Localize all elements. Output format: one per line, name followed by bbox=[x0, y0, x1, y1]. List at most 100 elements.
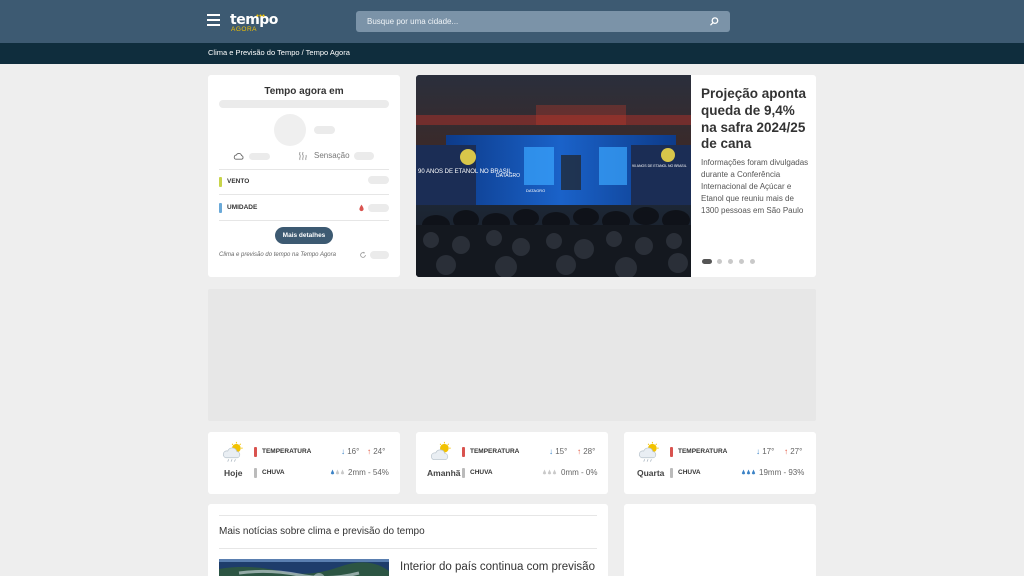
breadcrumb-bar: Clima e Previsão do Tempo / Tempo Agora bbox=[0, 43, 1024, 64]
refresh-icon[interactable] bbox=[359, 251, 367, 259]
featured-news-card: 90 ANOS DE ETANOL NO BRASIL DATAGRO DATA… bbox=[416, 75, 816, 277]
max-temp-value: 28° bbox=[583, 447, 596, 456]
image-text-3: DATAGRO bbox=[526, 188, 545, 193]
header: tempo ●●● AGORA bbox=[0, 0, 1024, 43]
carousel-dot[interactable] bbox=[717, 259, 722, 264]
forecast-card-today[interactable]: Hoje TEMPERATURA ↓ 16° ↑ 24° CHUVA 2mm -… bbox=[208, 432, 400, 494]
carousel-dot[interactable] bbox=[702, 259, 712, 264]
temperature-label: TEMPERATURA bbox=[678, 448, 728, 455]
humidity-bar bbox=[219, 203, 222, 213]
update-placeholder bbox=[370, 251, 389, 259]
arrow-up-icon: ↑ bbox=[784, 447, 788, 456]
breadcrumb[interactable]: Clima e Previsão do Tempo / Tempo Agora bbox=[208, 48, 350, 58]
divider bbox=[219, 194, 389, 195]
temperature-bar bbox=[462, 447, 465, 457]
city-placeholder bbox=[219, 100, 389, 108]
rain-value: 19mm - 93% bbox=[759, 468, 805, 477]
logo-subtext: AGORA bbox=[231, 26, 257, 33]
current-weather-card: Tempo agora em Sensação VENTO UMIDADE Ma… bbox=[208, 75, 400, 277]
divider bbox=[219, 169, 389, 170]
temperature-bar bbox=[670, 447, 673, 457]
article-title[interactable]: Interior do país continua com previsão bbox=[400, 560, 600, 574]
max-temp: ↑ 24° bbox=[367, 447, 385, 456]
temperature-label: TEMPERATURA bbox=[262, 448, 312, 455]
search-icon[interactable] bbox=[709, 16, 720, 27]
more-news-card: Mais notícias sobre clima e previsão do … bbox=[208, 504, 608, 576]
carousel-dot[interactable] bbox=[739, 259, 744, 264]
sun-cloud-rain-icon bbox=[638, 441, 659, 462]
forecast-day: Amanhã bbox=[427, 468, 461, 478]
max-temp-value: 27° bbox=[790, 447, 803, 456]
max-temp: ↑ 27° bbox=[784, 447, 802, 456]
temperature-label: TEMPERATURA bbox=[470, 448, 520, 455]
rain-drops-icon bbox=[741, 469, 756, 475]
arrow-down-icon: ↓ bbox=[341, 447, 345, 456]
featured-news-image[interactable]: 90 ANOS DE ETANOL NO BRASIL DATAGRO DATA… bbox=[416, 75, 691, 277]
arrow-down-icon: ↓ bbox=[756, 447, 760, 456]
featured-news-summary: Informações foram divulgadas durante a C… bbox=[701, 158, 809, 215]
divider bbox=[219, 515, 597, 516]
temperature-placeholder bbox=[314, 126, 335, 134]
humidity-label: UMIDADE bbox=[227, 204, 258, 211]
featured-news-title[interactable]: Projeção aponta queda de 9,4% na safra 2… bbox=[701, 86, 811, 153]
min-temp: ↓ 16° bbox=[341, 447, 359, 456]
arrow-up-icon: ↑ bbox=[367, 447, 371, 456]
weather-footer-text[interactable]: Clima e previsão do tempo na Tempo Agora bbox=[219, 251, 336, 260]
cloud-icon bbox=[233, 153, 244, 160]
carousel-dot[interactable] bbox=[728, 259, 733, 264]
sensation-placeholder bbox=[354, 152, 374, 160]
rain-value: 0mm - 0% bbox=[561, 468, 598, 477]
rain-label: CHUVA bbox=[678, 469, 701, 476]
rain-bar bbox=[462, 468, 465, 478]
sensation-label: Sensação bbox=[314, 151, 350, 160]
forecast-card-wednesday[interactable]: Quarta TEMPERATURA ↓ 17° ↑ 27° CHUVA 19m… bbox=[624, 432, 816, 494]
min-temp-value: 16° bbox=[347, 447, 360, 456]
min-temp: ↓ 17° bbox=[756, 447, 774, 456]
divider bbox=[219, 548, 597, 549]
rain-drops-icon bbox=[330, 469, 345, 475]
rain-drops-icon bbox=[542, 469, 557, 475]
article-thumbnail[interactable] bbox=[219, 559, 389, 576]
search-input[interactable] bbox=[356, 11, 696, 32]
carousel-dot[interactable] bbox=[750, 259, 755, 264]
current-weather-title: Tempo agora em bbox=[264, 86, 344, 97]
forecast-day: Quarta bbox=[637, 468, 665, 478]
forecast-day: Hoje bbox=[224, 468, 243, 478]
sun-cloud-icon bbox=[430, 441, 451, 461]
logo-dots-icon: ●●● bbox=[256, 13, 266, 19]
sidebar-card bbox=[624, 504, 816, 576]
temperature-bar bbox=[254, 447, 257, 457]
satellite-map-image bbox=[219, 559, 389, 576]
wind-bar bbox=[219, 177, 222, 187]
min-temp: ↓ 15° bbox=[549, 447, 567, 456]
rain-label: CHUVA bbox=[470, 469, 493, 476]
logo[interactable]: tempo ●●● AGORA bbox=[230, 12, 278, 36]
ad-placeholder bbox=[208, 289, 816, 421]
sensation-icon bbox=[299, 151, 307, 161]
min-temp-value: 17° bbox=[762, 447, 775, 456]
menu-icon[interactable] bbox=[207, 14, 220, 26]
conference-photo: 90 ANOS DE ETANOL NO BRASIL DATAGRO DATA… bbox=[416, 75, 691, 277]
max-temp: ↑ 28° bbox=[577, 447, 595, 456]
rain-bar bbox=[254, 468, 257, 478]
arrow-up-icon: ↑ bbox=[577, 447, 581, 456]
weather-icon-placeholder bbox=[274, 114, 306, 146]
arrow-down-icon: ↓ bbox=[549, 447, 553, 456]
rain-label: CHUVA bbox=[262, 469, 285, 476]
divider bbox=[219, 220, 389, 221]
more-details-button[interactable]: Mais detalhes bbox=[275, 227, 333, 244]
more-news-heading: Mais notícias sobre clima e previsão do … bbox=[219, 526, 425, 537]
sun-cloud-rain-icon bbox=[222, 441, 243, 462]
wind-placeholder bbox=[368, 176, 389, 184]
rain-bar bbox=[670, 468, 673, 478]
forecast-card-tomorrow[interactable]: Amanhã TEMPERATURA ↓ 15° ↑ 28° CHUVA 0mm… bbox=[416, 432, 608, 494]
search-bar bbox=[356, 11, 730, 32]
rain-value: 2mm - 54% bbox=[348, 468, 389, 477]
wind-label: VENTO bbox=[227, 178, 250, 185]
image-text-2: DATAGRO bbox=[496, 173, 520, 179]
max-temp-value: 24° bbox=[373, 447, 386, 456]
min-temp-value: 15° bbox=[555, 447, 568, 456]
condition-placeholder bbox=[249, 153, 270, 160]
image-text-4: 90 ANOS DE ETANOL NO BRASIL bbox=[632, 164, 687, 168]
humidity-placeholder bbox=[368, 204, 389, 212]
